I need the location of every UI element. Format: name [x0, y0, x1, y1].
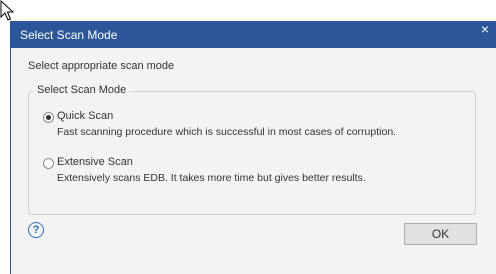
- dialog-titlebar: Select Scan Mode ×: [11, 21, 496, 48]
- instruction-text: Select appropriate scan mode: [28, 60, 175, 72]
- extensive-scan-label[interactable]: Extensive Scan: [57, 156, 133, 168]
- ok-button[interactable]: OK: [404, 223, 477, 245]
- quick-scan-description: Fast scanning procedure which is success…: [57, 126, 397, 138]
- scan-mode-dialog: Select Scan Mode × Select appropriate sc…: [10, 21, 496, 274]
- dialog-title: Select Scan Mode: [20, 28, 118, 42]
- scan-mode-group: Select Scan Mode Quick Scan Fast scannin…: [28, 84, 476, 215]
- extensive-scan-radio[interactable]: [43, 158, 54, 169]
- quick-scan-label[interactable]: Quick Scan: [57, 110, 113, 122]
- help-icon[interactable]: ?: [28, 222, 44, 238]
- screen: Select Scan Mode × Select appropriate sc…: [0, 0, 496, 274]
- quick-scan-radio[interactable]: [43, 112, 54, 123]
- arrow-cursor-icon: [0, 0, 15, 21]
- close-icon[interactable]: ×: [476, 21, 494, 39]
- group-label: Select Scan Mode: [34, 84, 130, 96]
- extensive-scan-description: Extensively scans EDB. It takes more tim…: [57, 172, 366, 184]
